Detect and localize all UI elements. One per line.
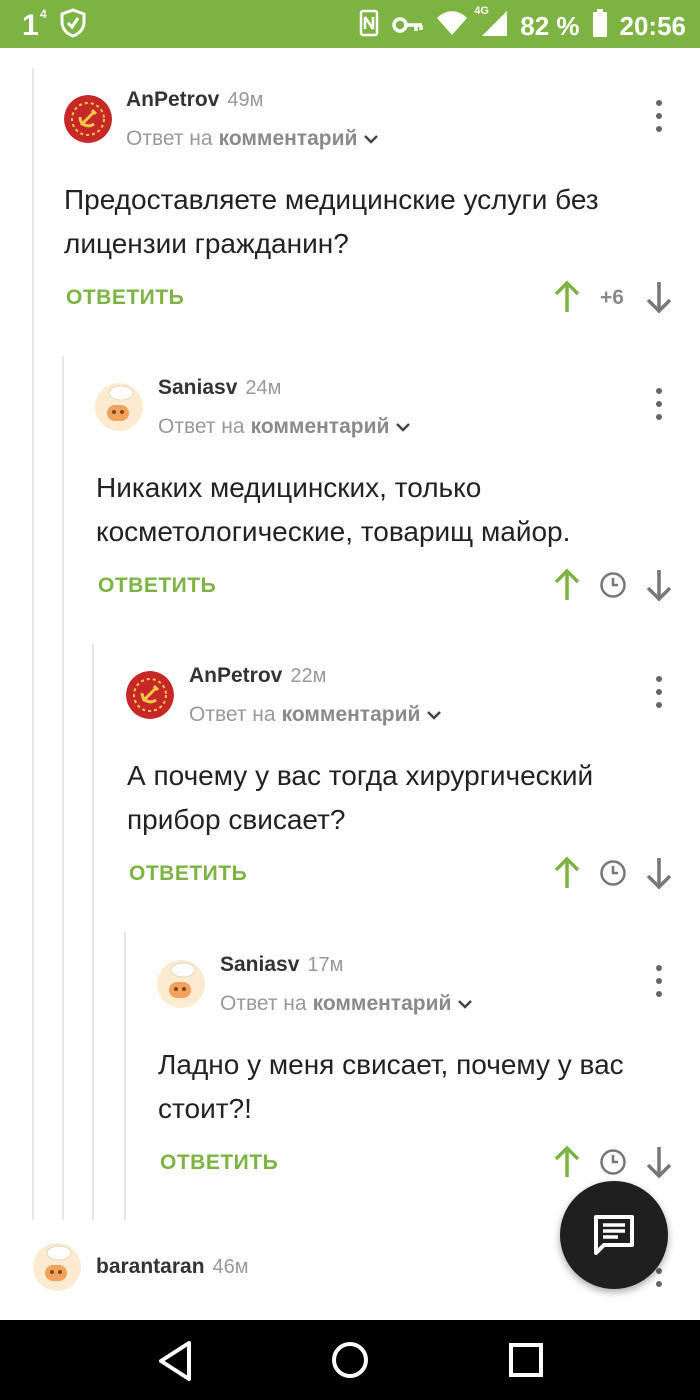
- chef-avatar-icon: [157, 960, 205, 1008]
- comment-rating: +6: [600, 286, 624, 309]
- comment-author[interactable]: AnPetrov 22м: [189, 664, 326, 688]
- thread-line: [92, 644, 94, 1220]
- chat-icon: [594, 1215, 634, 1255]
- arrow-down-icon[interactable]: [645, 568, 673, 602]
- more-vertical-icon[interactable]: [653, 676, 665, 708]
- reply-to[interactable]: Ответ на комментарий: [220, 992, 473, 1016]
- comment-time: 22м: [290, 665, 327, 687]
- chevron-down-icon: [427, 711, 442, 720]
- back-icon[interactable]: [156, 1340, 194, 1382]
- hammer-sickle-icon: [126, 671, 174, 719]
- arrow-down-icon[interactable]: [645, 1145, 673, 1179]
- signal-icon: 4G: [474, 5, 508, 44]
- chef-avatar-icon: [95, 383, 143, 431]
- comment-time: 49м: [227, 89, 264, 111]
- clock-time: 20:56: [619, 11, 687, 41]
- thread-line: [124, 932, 126, 1220]
- chat-fab-button[interactable]: [560, 1181, 668, 1289]
- arrow-up-icon[interactable]: [553, 280, 581, 314]
- home-icon[interactable]: [330, 1340, 370, 1380]
- comment-text: Никаких медицинских, только косметологич…: [96, 472, 571, 547]
- avatar[interactable]: [157, 960, 205, 1008]
- recents-icon[interactable]: [508, 1342, 544, 1378]
- comment-text: А почему у вас тогда хирургический прибо…: [127, 760, 594, 835]
- comment-author[interactable]: Saniasv 17м: [220, 953, 343, 977]
- avatar[interactable]: [126, 671, 174, 719]
- clock-icon[interactable]: [599, 1148, 627, 1176]
- battery-level: 82 %: [520, 11, 580, 41]
- chevron-down-icon: [364, 135, 379, 144]
- chef-avatar-icon: [33, 1243, 81, 1291]
- hammer-sickle-icon: [64, 95, 112, 143]
- comment-time: 46м: [212, 1256, 249, 1278]
- thread-line: [62, 356, 64, 1220]
- arrow-down-icon[interactable]: [645, 856, 673, 890]
- arrow-up-icon[interactable]: [553, 856, 581, 890]
- reply-to[interactable]: Ответ на комментарий: [126, 127, 379, 151]
- more-vertical-icon[interactable]: [653, 100, 665, 132]
- comment-author[interactable]: barantaran 46м: [96, 1255, 249, 1279]
- avatar[interactable]: [95, 383, 143, 431]
- clock-icon[interactable]: [599, 859, 627, 887]
- nfc-icon: [358, 8, 380, 45]
- comment-time: 24м: [245, 377, 282, 399]
- navigation-bar: [0, 1320, 700, 1400]
- reply-button[interactable]: ОТВЕТИТЬ: [129, 862, 247, 886]
- avatar[interactable]: [33, 1243, 81, 1291]
- reply-to[interactable]: Ответ на комментарий: [158, 415, 411, 439]
- avatar[interactable]: [64, 95, 112, 143]
- arrow-up-icon[interactable]: [553, 1145, 581, 1179]
- clock-icon[interactable]: [599, 571, 627, 599]
- reply-button[interactable]: ОТВЕТИТЬ: [160, 1151, 278, 1175]
- shield-icon: [59, 8, 87, 43]
- arrow-up-icon[interactable]: [553, 568, 581, 602]
- thread-line: [32, 68, 34, 1220]
- reply-to[interactable]: Ответ на комментарий: [189, 703, 442, 727]
- arrow-down-icon[interactable]: [645, 280, 673, 314]
- comment-time: 17м: [307, 954, 344, 976]
- chevron-down-icon: [458, 1000, 473, 1009]
- comment-author[interactable]: Saniasv 24м: [158, 376, 281, 400]
- comment-author[interactable]: AnPetrov 49м: [126, 88, 263, 112]
- battery-icon: [592, 8, 608, 45]
- key-icon: [392, 11, 424, 42]
- notification-count: 14: [22, 6, 47, 42]
- more-vertical-icon[interactable]: [653, 388, 665, 420]
- comment-text: Предоставляете медицинские услуги без ли…: [64, 184, 599, 259]
- reply-button[interactable]: ОТВЕТИТЬ: [66, 286, 184, 310]
- reply-button[interactable]: ОТВЕТИТЬ: [98, 574, 216, 598]
- chevron-down-icon: [396, 423, 411, 432]
- status-bar: 14 4G 82 % 20:56: [0, 0, 700, 48]
- wifi-icon: [436, 10, 468, 43]
- more-vertical-icon[interactable]: [653, 965, 665, 997]
- comment-text: Ладно у меня свисает, почему у вас стоит…: [158, 1049, 624, 1124]
